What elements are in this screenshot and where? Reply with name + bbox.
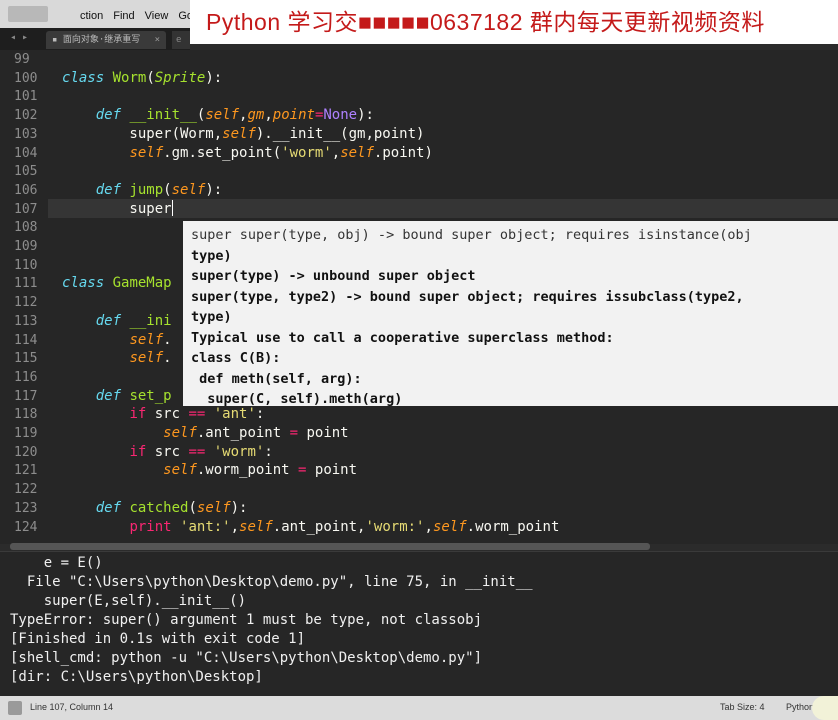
promo-banner: Python 学习交■■■■■0637182 群内每天更新视频资料 <box>190 0 838 44</box>
line-number: 103 <box>14 126 38 142</box>
line-number: 113 <box>14 313 38 329</box>
code-line: self. <box>129 350 172 367</box>
watermark-logo-icon <box>812 696 838 720</box>
text-cursor <box>171 199 173 216</box>
line-number: 112 <box>14 295 38 311</box>
tooltip-line: Typical use to call a cooperative superc… <box>191 329 614 346</box>
console-line: File "C:\Users\python\Desktop\demo.py", … <box>10 574 533 590</box>
line-gutter: 99 100 101 102 103 104 105 106 107 108 1… <box>0 50 48 544</box>
line-number: 100 <box>14 70 38 86</box>
build-output-panel[interactable]: e = E() File "C:\Users\python\Desktop\de… <box>0 551 838 696</box>
code-line: class GameMap <box>62 275 172 292</box>
line-number: 122 <box>14 482 38 498</box>
menu-find[interactable]: Find <box>113 10 134 22</box>
console-line: super(E,self).__init__() <box>10 593 247 609</box>
console-line: [dir: C:\Users\python\Desktop] <box>10 669 263 685</box>
cursor-position: Line 107, Column 14 <box>30 702 114 712</box>
code-line: if src == 'worm': <box>129 443 273 460</box>
line-number: 109 <box>14 239 38 254</box>
line-number: 114 <box>14 332 38 348</box>
tab-active-file[interactable]: ▪ 面向对象·继承重写 × <box>46 31 166 49</box>
syntax-selector[interactable]: Python <box>786 702 814 712</box>
line-number: 111 <box>14 276 38 292</box>
tab-label: ▪ 面向对象·继承重写 <box>52 35 141 45</box>
code-line: self.ant_point = point <box>163 425 349 441</box>
console-line: [Finished in 0.1s with exit code 1] <box>10 631 306 647</box>
code-line: def __ini <box>95 312 172 329</box>
line-number: 102 <box>14 108 38 124</box>
code-line: def jump(self): <box>95 181 223 198</box>
tab-second-file[interactable]: e <box>172 31 190 49</box>
code-line: self. <box>129 331 172 348</box>
code-line: def __init__(self,gm,point=None): <box>95 107 374 124</box>
menu-selection[interactable]: ction <box>80 10 103 22</box>
tab-bar: ◂ ▸ ▪ 面向对象·继承重写 × e <box>0 28 190 50</box>
tab-nav-arrows-icon[interactable]: ◂ ▸ <box>10 32 28 43</box>
tooltip-line: def meth(self, arg): <box>191 370 362 387</box>
line-number: 106 <box>14 182 38 198</box>
code-line: super(Worm,self).__init__(gm,point) <box>62 125 425 142</box>
line-number: 99 <box>14 52 30 67</box>
tooltip-line: type) <box>191 247 232 264</box>
line-number: 124 <box>14 519 38 535</box>
line-number: 119 <box>14 426 38 441</box>
code-line: def catched(self): <box>95 499 248 516</box>
line-number: 115 <box>14 351 38 367</box>
tooltip-line: super(C, self).meth(arg) <box>191 391 403 406</box>
line-number: 117 <box>14 388 38 404</box>
line-number: 107 <box>14 201 38 217</box>
window-title-icon <box>8 6 48 22</box>
tooltip-line: super(type, type2) -> bound super object… <box>191 288 744 305</box>
line-number: 110 <box>14 257 38 273</box>
status-bar: Line 107, Column 14 Tab Size: 4 Python <box>0 696 838 720</box>
menu-view[interactable]: View <box>145 10 169 22</box>
line-number: 108 <box>14 220 38 236</box>
tooltip-line: class C(B): <box>191 350 281 366</box>
code-line: print 'ant:',self.ant_point,'worm:',self… <box>129 518 560 535</box>
autocomplete-tooltip[interactable]: super super(type, obj) -> bound super ob… <box>183 221 838 406</box>
horizontal-scrollbar[interactable] <box>10 543 650 550</box>
line-number: 104 <box>14 145 38 161</box>
line-number: 118 <box>14 407 38 423</box>
code-line: class Worm(Sprite): <box>62 69 223 86</box>
tooltip-line: super super(type, obj) -> bound super ob… <box>191 227 752 243</box>
line-number: 121 <box>14 463 38 479</box>
tooltip-line: type) <box>191 309 232 325</box>
tab-size-selector[interactable]: Tab Size: 4 <box>720 702 765 712</box>
line-number: 105 <box>14 164 38 180</box>
console-line: TypeError: super() argument 1 must be ty… <box>10 612 483 628</box>
panel-toggle-icon[interactable] <box>8 701 22 715</box>
console-line: [shell_cmd: python -u "C:\Users\python\D… <box>10 650 483 666</box>
code-line: def set_p <box>95 387 172 404</box>
tooltip-line: super(type) -> unbound super object <box>191 268 476 284</box>
code-line: if src == 'ant': <box>129 406 265 423</box>
close-icon[interactable]: × <box>155 31 160 49</box>
console-line: e = E() <box>10 555 103 571</box>
line-number: 116 <box>14 369 38 385</box>
line-number: 123 <box>14 500 38 516</box>
line-number: 120 <box>14 444 38 460</box>
line-number: 101 <box>14 89 38 105</box>
code-line: self.worm_point = point <box>163 462 358 479</box>
code-line-current[interactable]: super <box>62 199 173 219</box>
code-line: self.gm.set_point('worm',self.point) <box>129 144 433 161</box>
